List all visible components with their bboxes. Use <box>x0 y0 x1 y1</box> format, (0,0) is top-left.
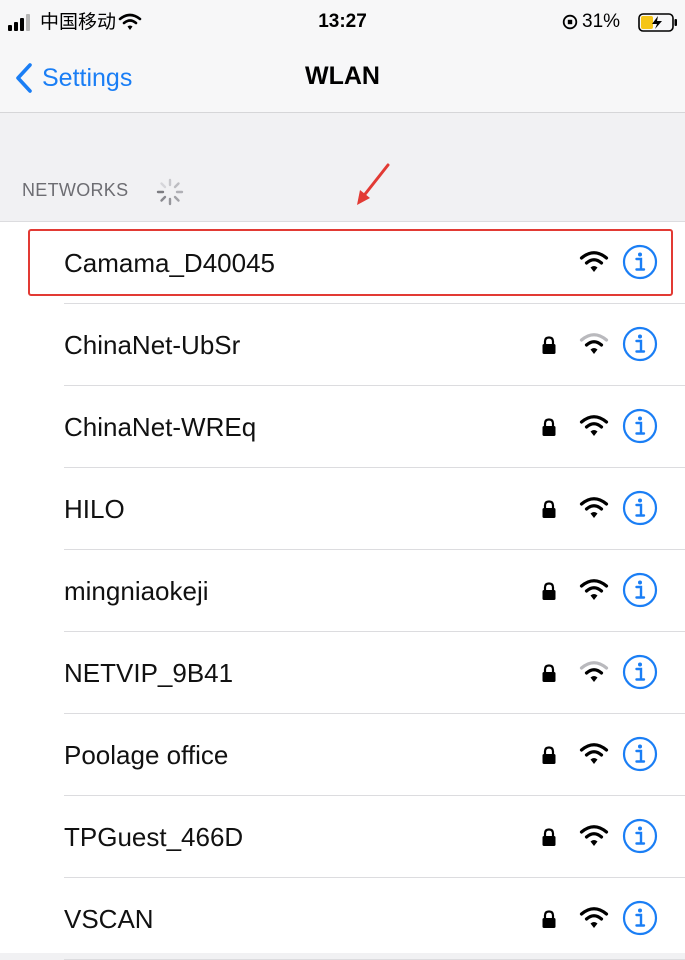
scanning-spinner-icon <box>156 178 184 206</box>
network-row[interactable]: ChinaNet-UbSr <box>0 304 685 386</box>
network-list: Camama_D40045 ChinaNet-UbSr ChinaNet-WREq H… <box>0 221 685 960</box>
wifi-signal-icon <box>579 661 609 682</box>
network-row[interactable]: HILO <box>0 468 685 550</box>
annotation-arrow-icon <box>357 163 390 205</box>
status-bar: 中国移动 13:27 31% <box>0 0 685 44</box>
network-name: ChinaNet-WREq <box>64 412 257 442</box>
wifi-signal-icon <box>579 825 609 846</box>
network-row[interactable]: mingniaokeji <box>0 550 685 632</box>
battery-percent: 31% <box>582 11 621 32</box>
wifi-signal-icon <box>579 743 609 764</box>
network-name: Poolage office <box>64 740 229 770</box>
network-row[interactable]: ChinaNet-WREq <box>0 386 685 468</box>
lock-icon <box>542 828 556 846</box>
info-button-icon[interactable] <box>622 654 658 690</box>
page-title: WLAN <box>305 62 380 90</box>
wifi-signal-icon <box>579 415 609 436</box>
network-name: ChinaNet-UbSr <box>64 330 241 360</box>
network-name: mingniaokeji <box>64 576 209 606</box>
info-button-icon[interactable] <box>622 818 658 854</box>
lock-icon <box>542 500 556 518</box>
network-name: Camama_D40045 <box>64 248 276 278</box>
info-button-icon[interactable] <box>622 736 658 772</box>
info-button-icon[interactable] <box>622 244 658 280</box>
battery-charging-icon <box>638 13 677 32</box>
info-button-icon[interactable] <box>622 408 658 444</box>
info-button-icon[interactable] <box>622 900 658 936</box>
network-row[interactable]: TPGuest_466D <box>0 796 685 878</box>
lock-icon <box>542 910 556 928</box>
lock-icon <box>542 336 556 354</box>
lock-icon <box>542 582 556 600</box>
info-button-icon[interactable] <box>622 490 658 526</box>
lock-icon <box>542 746 556 764</box>
networks-section-header: NETWORKS <box>22 180 129 200</box>
orientation-lock-icon <box>562 14 578 30</box>
wifi-signal-icon <box>579 333 609 354</box>
network-row[interactable]: Poolage office <box>0 714 685 796</box>
network-name: NETVIP_9B41 <box>64 658 234 688</box>
network-name: TPGuest_466D <box>64 822 244 852</box>
nav-bar: Settings WLAN <box>0 44 685 113</box>
info-button-icon[interactable] <box>622 572 658 608</box>
wifi-signal-icon <box>579 579 609 600</box>
network-row[interactable]: NETVIP_9B41 <box>0 632 685 714</box>
lock-icon <box>542 418 556 436</box>
info-button-icon[interactable] <box>622 326 658 362</box>
network-row[interactable]: Camama_D40045 <box>0 222 685 304</box>
network-name: HILO <box>64 494 125 524</box>
network-row[interactable]: VSCAN <box>0 878 685 960</box>
wifi-signal-icon <box>579 251 609 272</box>
wifi-signal-icon <box>579 497 609 518</box>
lock-icon <box>542 664 556 682</box>
wifi-signal-icon <box>579 907 609 928</box>
network-name: VSCAN <box>64 904 154 934</box>
